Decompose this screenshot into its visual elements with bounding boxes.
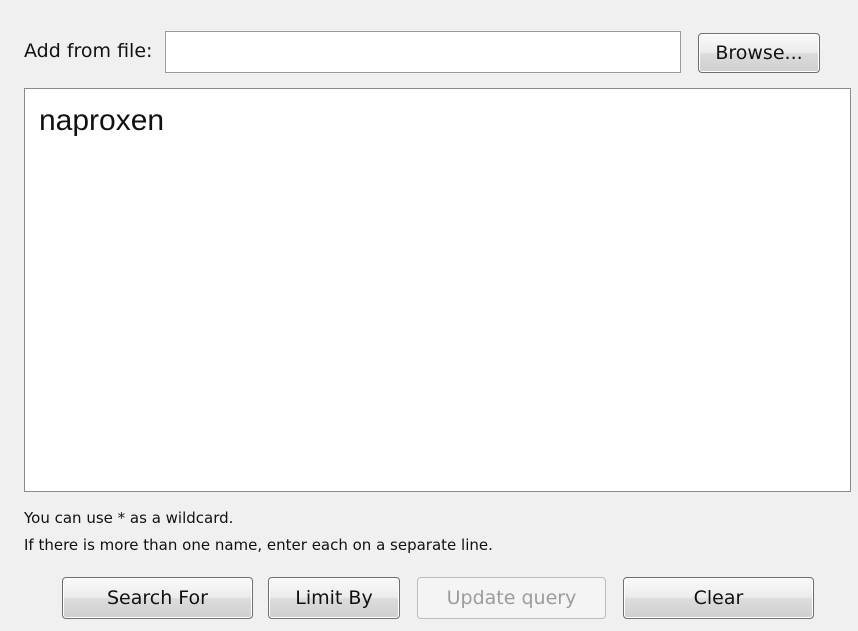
wildcard-hint: You can use * as a wildcard. xyxy=(24,509,234,527)
names-textarea[interactable]: naproxen xyxy=(24,88,851,492)
add-from-file-label: Add from file: xyxy=(24,40,153,62)
separate-line-hint: If there is more than one name, enter ea… xyxy=(24,536,493,554)
browse-button[interactable]: Browse... xyxy=(698,33,820,73)
search-panel: Add from file: Browse... naproxen You ca… xyxy=(0,0,858,631)
search-for-button[interactable]: Search For xyxy=(62,577,253,619)
update-query-button[interactable]: Update query xyxy=(417,577,606,619)
limit-by-button[interactable]: Limit By xyxy=(268,577,400,619)
file-path-input[interactable] xyxy=(165,31,681,73)
clear-button[interactable]: Clear xyxy=(623,577,814,619)
